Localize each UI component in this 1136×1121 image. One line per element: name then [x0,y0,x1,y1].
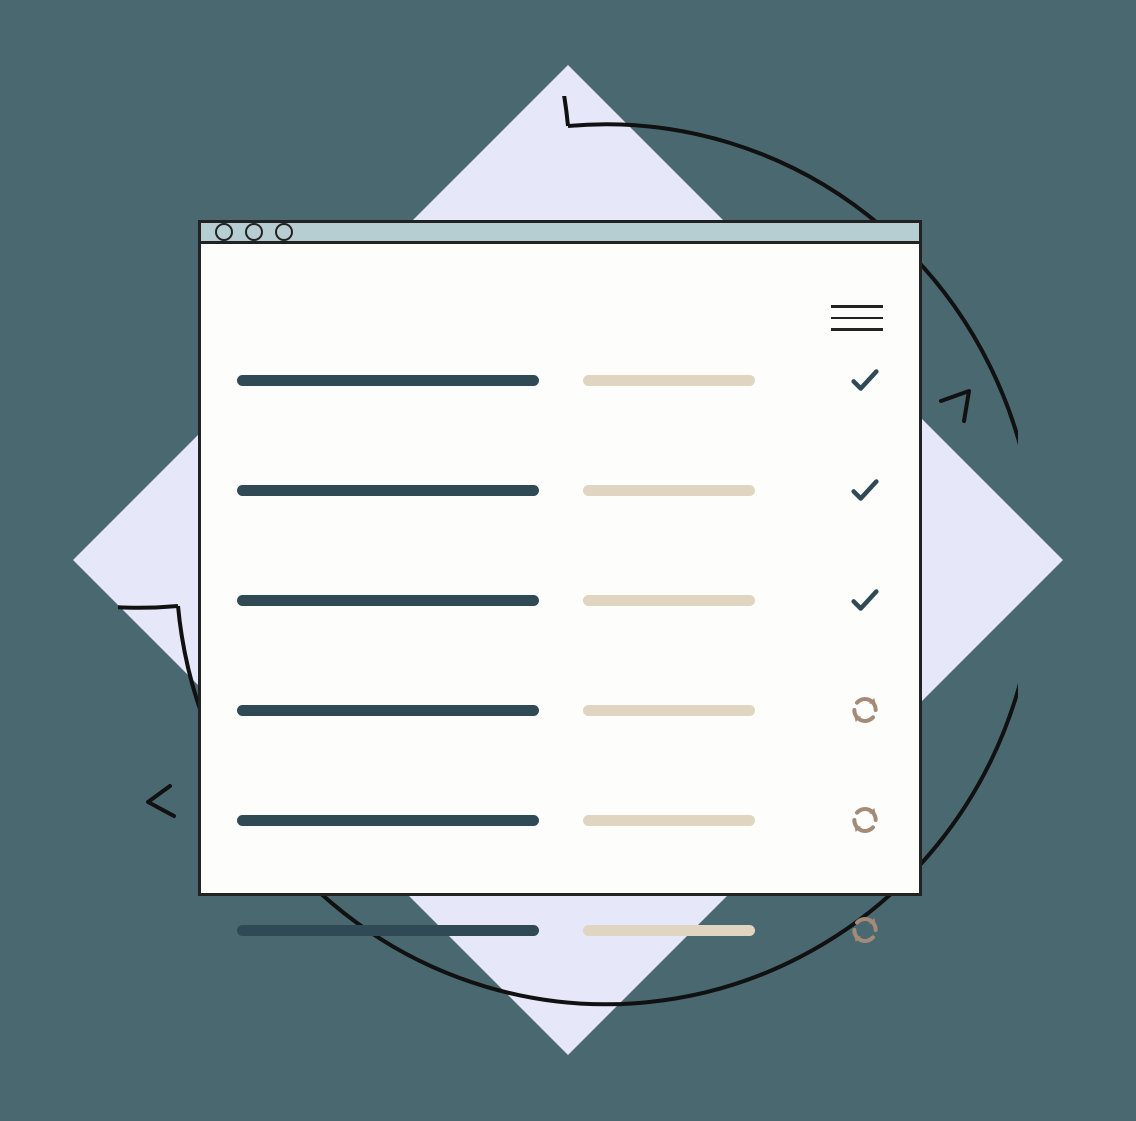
task-row [237,802,883,838]
task-title-placeholder [237,375,539,386]
task-title-placeholder [237,925,539,936]
window-control-minimize[interactable] [245,223,263,241]
task-row [237,912,883,948]
task-list [201,362,919,948]
refresh-icon [847,912,883,948]
window-titlebar [201,223,919,244]
refresh-icon [847,692,883,728]
task-title-placeholder [237,485,539,496]
task-title-placeholder [237,595,539,606]
task-title-placeholder [237,815,539,826]
task-row [237,472,883,508]
window-control-maximize[interactable] [275,223,293,241]
task-row [237,362,883,398]
task-meta-placeholder [583,925,755,936]
task-title-placeholder [237,705,539,716]
task-meta-placeholder [583,705,755,716]
window-control-close[interactable] [215,223,233,241]
task-meta-placeholder [583,815,755,826]
task-meta-placeholder [583,375,755,386]
task-row [237,692,883,728]
check-icon [847,362,883,398]
hamburger-menu-icon[interactable] [831,305,883,331]
task-meta-placeholder [583,485,755,496]
check-icon [847,582,883,618]
task-meta-placeholder [583,595,755,606]
check-icon [847,472,883,508]
refresh-icon [847,802,883,838]
app-window [198,220,922,896]
task-row [237,582,883,618]
